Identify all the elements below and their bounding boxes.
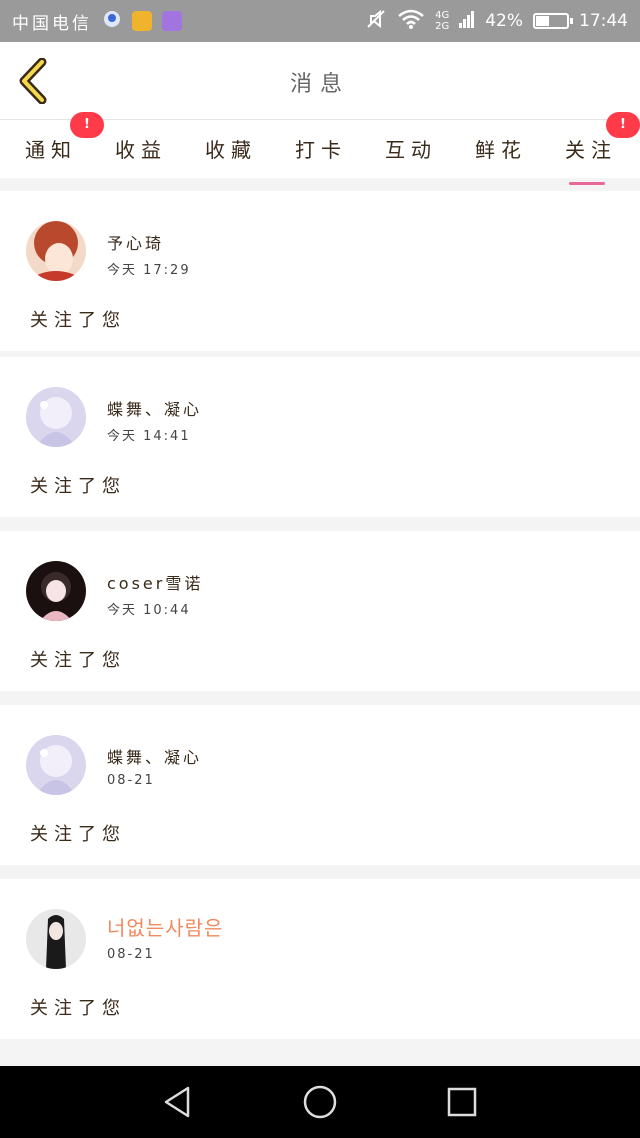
nav-home-button[interactable] bbox=[302, 1084, 338, 1120]
message-text: 关注了您 bbox=[30, 824, 126, 845]
avatar[interactable] bbox=[26, 909, 86, 969]
app-icon-yellow bbox=[132, 11, 152, 31]
wifi-icon bbox=[397, 8, 425, 35]
qq-icon bbox=[102, 9, 122, 34]
triangle-back-icon bbox=[164, 1086, 190, 1118]
status-bar: 中国电信 4G 2G 42% 17:44 bbox=[0, 0, 640, 42]
timestamp: 08-21 bbox=[107, 773, 155, 788]
tab-checkin[interactable]: 打卡 bbox=[286, 134, 356, 163]
clock: 17:44 bbox=[579, 11, 628, 31]
timestamp: 08-21 bbox=[107, 947, 155, 962]
message-text: 关注了您 bbox=[30, 650, 126, 671]
nav-back-button[interactable] bbox=[160, 1084, 196, 1120]
tab-earnings[interactable]: 收益 bbox=[106, 134, 176, 163]
system-nav-bar bbox=[0, 1066, 640, 1138]
tab-notifications-badge: ! bbox=[70, 112, 104, 138]
tab-follows[interactable]: 关注 bbox=[556, 134, 626, 185]
list-item[interactable]: 予心琦 今天 17:29 关注了您 bbox=[0, 191, 640, 351]
carrier-label: 中国电信 bbox=[12, 13, 92, 34]
header: 消息 bbox=[0, 42, 640, 120]
tab-bar: 通知 ! 收益 收藏 打卡 互动 鲜花 关注 ! bbox=[0, 112, 640, 185]
signal-icon bbox=[459, 10, 475, 33]
avatar[interactable] bbox=[26, 561, 86, 621]
tab-follows-badge: ! bbox=[606, 112, 640, 138]
message-text: 关注了您 bbox=[30, 476, 126, 497]
user-name[interactable]: 蝶舞、凝心 bbox=[107, 744, 202, 768]
user-name[interactable]: 蝶舞、凝心 bbox=[107, 396, 202, 420]
timestamp: 今天 14:41 bbox=[107, 429, 191, 444]
avatar[interactable] bbox=[26, 387, 86, 447]
network-type: 4G 2G bbox=[435, 10, 450, 32]
avatar[interactable] bbox=[26, 221, 86, 281]
battery-percent: 42% bbox=[485, 11, 523, 31]
avatar[interactable] bbox=[26, 735, 86, 795]
list-item[interactable]: 蝶舞、凝心 今天 14:41 关注了您 bbox=[0, 357, 640, 517]
page-title: 消息 bbox=[289, 72, 350, 97]
message-text: 关注了您 bbox=[30, 998, 126, 1019]
tab-flowers[interactable]: 鲜花 bbox=[466, 134, 536, 163]
tab-interaction[interactable]: 互动 bbox=[376, 134, 446, 163]
mute-icon bbox=[365, 8, 387, 35]
message-text: 关注了您 bbox=[30, 310, 126, 331]
gallery-icon bbox=[162, 11, 182, 31]
tab-favorites[interactable]: 收藏 bbox=[196, 134, 266, 163]
user-name[interactable]: 너없는사람은 bbox=[107, 912, 223, 941]
battery-icon bbox=[533, 13, 573, 29]
user-name[interactable]: 予心琦 bbox=[107, 230, 164, 254]
timestamp: 今天 17:29 bbox=[107, 263, 191, 278]
circle-home-icon bbox=[303, 1085, 337, 1119]
active-tab-indicator bbox=[569, 182, 605, 185]
list-item[interactable]: 너없는사람은 08-21 关注了您 bbox=[0, 879, 640, 1039]
timestamp: 今天 10:44 bbox=[107, 603, 191, 618]
nav-recents-button[interactable] bbox=[444, 1084, 480, 1120]
square-recents-icon bbox=[447, 1087, 477, 1117]
tab-notifications[interactable]: 通知 bbox=[16, 134, 86, 163]
list-item[interactable]: coser雪诺 今天 10:44 关注了您 bbox=[0, 531, 640, 691]
user-name[interactable]: coser雪诺 bbox=[107, 570, 203, 594]
list-item[interactable]: 蝶舞、凝心 08-21 关注了您 bbox=[0, 705, 640, 865]
